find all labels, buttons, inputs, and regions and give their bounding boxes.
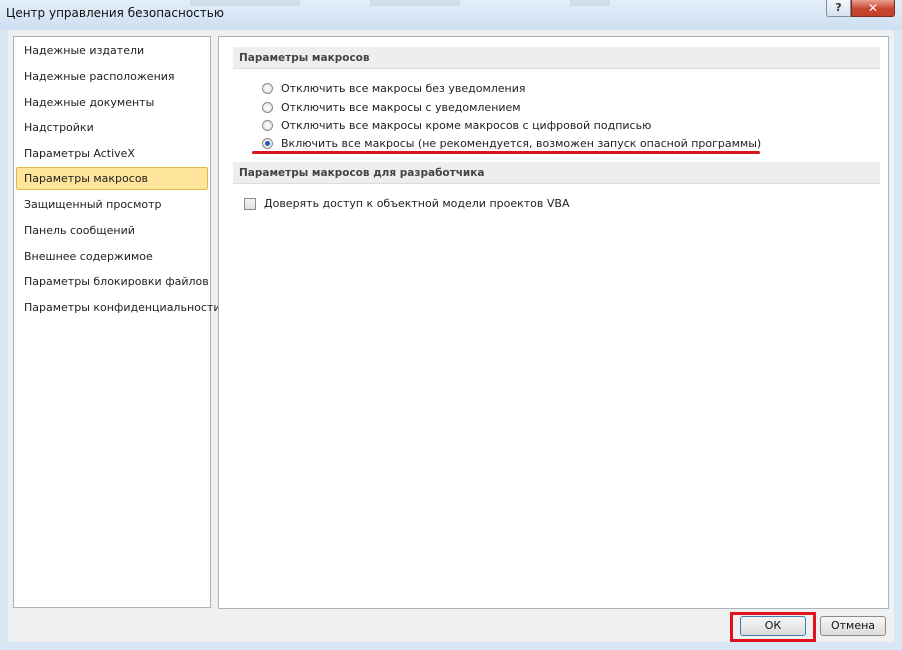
sidebar-item-external-content[interactable]: Внешнее содержимое	[16, 245, 208, 268]
vba-trust-checkbox[interactable]	[244, 198, 256, 210]
sidebar-item-trusted-documents[interactable]: Надежные документы	[16, 91, 208, 114]
radio-button-selected[interactable]	[262, 138, 273, 149]
radio-button[interactable]	[262, 83, 273, 94]
macro-settings-header: Параметры макросов	[233, 47, 880, 69]
sidebar-item-file-block[interactable]: Параметры блокировки файлов	[16, 270, 209, 293]
cancel-button[interactable]: Отмена	[820, 616, 886, 636]
settings-panel: Параметры макросов Отключить все макросы…	[218, 36, 889, 609]
background-ghost	[370, 0, 460, 6]
radio-label: Включить все макросы (не рекомендуется, …	[281, 137, 762, 150]
radio-button[interactable]	[262, 120, 273, 131]
red-box-annotation	[730, 612, 816, 642]
dialog-body: Надежные издатели Надежные расположения …	[8, 30, 894, 642]
sidebar-nav: Надежные издатели Надежные расположения …	[13, 36, 220, 608]
developer-settings-header: Параметры макросов для разработчика	[233, 162, 880, 184]
sidebar-item-protected-view[interactable]: Защищенный просмотр	[16, 193, 208, 216]
radio-button[interactable]	[262, 102, 273, 113]
trust-center-dialog: Центр управления безопасностью ? ✕ Надеж…	[0, 0, 902, 650]
sidebar-item-add-ins[interactable]: Надстройки	[16, 116, 208, 139]
close-icon[interactable]: ✕	[851, 0, 895, 17]
sidebar-item-macro-settings[interactable]: Параметры макросов	[16, 167, 208, 190]
sidebar-item-message-bar[interactable]: Панель сообщений	[16, 219, 208, 242]
help-icon[interactable]: ?	[826, 0, 851, 17]
sidebar-item-privacy[interactable]: Параметры конфиденциальности	[16, 296, 220, 319]
sidebar-item-trusted-locations[interactable]: Надежные расположения	[16, 65, 208, 88]
sidebar-item-trusted-publishers[interactable]: Надежные издатели	[16, 39, 208, 62]
sidebar-item-activex[interactable]: Параметры ActiveX	[16, 142, 208, 165]
radio-label: Отключить все макросы кроме макросов с ц…	[281, 119, 652, 132]
background-ghost	[570, 0, 610, 6]
red-underline-annotation	[252, 151, 760, 154]
radio-label: Отключить все макросы без уведомления	[281, 82, 526, 95]
window-title: Центр управления безопасностью	[6, 6, 224, 20]
radio-label: Отключить все макросы с уведомлением	[281, 101, 521, 114]
vba-trust-label: Доверять доступ к объектной модели проек…	[264, 197, 570, 210]
title-bar[interactable]: Центр управления безопасностью ? ✕	[0, 0, 902, 30]
